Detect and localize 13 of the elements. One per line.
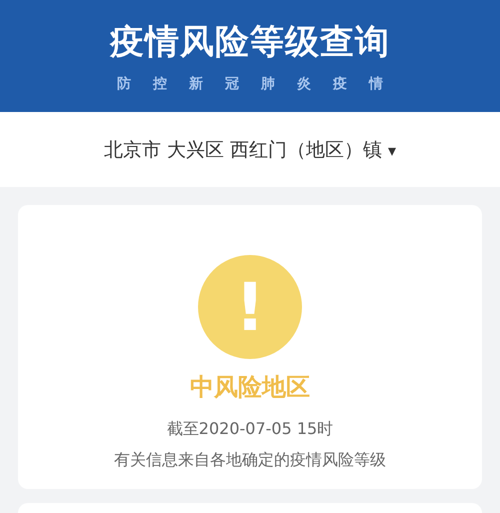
page-title: 疫情风险等级查询	[110, 21, 390, 64]
subtitle-character: 肺	[261, 75, 275, 93]
update-time: 截至2020-07-05 15时	[166, 419, 334, 440]
subtitle-character: 新	[189, 75, 203, 93]
subtitle-character: 控	[153, 75, 167, 93]
subtitle-character: 情	[369, 75, 383, 93]
warning-icon: !	[198, 255, 302, 359]
subtitle-character: 炎	[297, 75, 311, 93]
subtitle-character: 疫	[333, 75, 347, 93]
source-note: 有关信息来自各地确定的疫情风险等级	[114, 450, 386, 471]
risk-level-label: 中风险地区	[190, 372, 310, 403]
subtitle-character: 冠	[225, 75, 239, 93]
subtitle-character: 防	[117, 75, 131, 93]
